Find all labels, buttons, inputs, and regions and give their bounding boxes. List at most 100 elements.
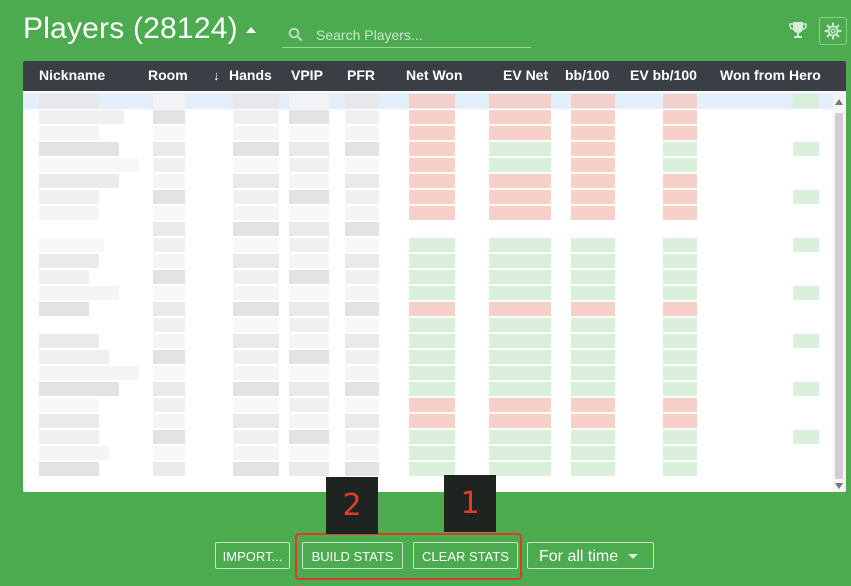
table-cell [571, 382, 615, 396]
table-cell [345, 302, 379, 316]
table-cell [409, 286, 455, 300]
column-header-ev-bb100[interactable]: EV bb/100 [630, 61, 697, 91]
table-cell [663, 382, 697, 396]
table-row[interactable] [23, 461, 833, 477]
table-row[interactable] [23, 141, 833, 157]
table-cell [793, 206, 819, 220]
table-cell [663, 318, 697, 332]
table-cell [153, 206, 185, 220]
table-row[interactable] [23, 301, 833, 317]
search-box[interactable] [282, 22, 531, 48]
table-row[interactable] [23, 253, 833, 269]
table-row[interactable] [23, 445, 833, 461]
table-cell [153, 126, 185, 140]
table-row[interactable] [23, 157, 833, 173]
table-cell [233, 110, 279, 124]
table-row[interactable] [23, 429, 833, 445]
column-header-hands[interactable]: ↓ Hands [213, 61, 272, 91]
table-cell [345, 286, 379, 300]
table-cell [153, 302, 185, 316]
table-cell [409, 430, 455, 444]
vertical-scrollbar[interactable] [833, 91, 846, 492]
table-row[interactable] [23, 269, 833, 285]
table-row[interactable] [23, 413, 833, 429]
table-row[interactable] [23, 93, 833, 109]
table-row[interactable] [23, 317, 833, 333]
column-header-bb100[interactable]: bb/100 [565, 61, 609, 91]
table-cell [793, 430, 819, 444]
table-cell [571, 238, 615, 252]
table-row[interactable] [23, 237, 833, 253]
table-row[interactable] [23, 381, 833, 397]
table-row[interactable] [23, 333, 833, 349]
period-dropdown[interactable]: For all time [527, 542, 654, 569]
table-cell [663, 446, 697, 460]
table-cell [39, 302, 89, 316]
table-cell [793, 366, 819, 380]
table-row[interactable] [23, 365, 833, 381]
table-cell [793, 446, 819, 460]
table-cell [793, 286, 819, 300]
table-cell [663, 110, 697, 124]
table-cell [793, 398, 819, 412]
column-header-won-from-hero[interactable]: Won from Hero [720, 61, 821, 91]
column-header-ev-net[interactable]: EV Net [503, 61, 548, 91]
table-cell [793, 462, 819, 476]
table-cell [489, 190, 551, 204]
table-cell [571, 270, 615, 284]
table-cell [793, 190, 819, 204]
table-cell [39, 126, 99, 140]
table-cell [233, 382, 279, 396]
table-cell [489, 222, 551, 236]
scrollbar-thumb[interactable] [835, 113, 843, 479]
table-cell [233, 158, 279, 172]
table-cell [793, 414, 819, 428]
table-cell [663, 238, 697, 252]
scroll-down-arrow-icon[interactable] [835, 483, 843, 489]
column-header-vpip[interactable]: VPIP [291, 61, 323, 91]
table-row[interactable] [23, 397, 833, 413]
table-row[interactable] [23, 349, 833, 365]
table-row[interactable] [23, 109, 833, 125]
table-row[interactable] [23, 285, 833, 301]
table-cell [489, 270, 551, 284]
column-header-pfr[interactable]: PFR [347, 61, 375, 91]
column-header-net-won[interactable]: Net Won [406, 61, 463, 91]
table-row[interactable] [23, 173, 833, 189]
scroll-up-arrow-icon[interactable] [835, 99, 843, 105]
table-row[interactable] [23, 205, 833, 221]
table-row[interactable] [23, 189, 833, 205]
column-header-nickname[interactable]: Nickname [39, 61, 105, 91]
table-cell [233, 286, 279, 300]
table-cell [571, 142, 615, 156]
table-cell [153, 174, 185, 188]
table-cell [345, 238, 379, 252]
table-cell [153, 334, 185, 348]
table-cell [663, 222, 697, 236]
table-cell [345, 430, 379, 444]
trophy-icon[interactable] [788, 20, 808, 40]
table-cell [153, 366, 185, 380]
table-cell [663, 158, 697, 172]
table-cell [153, 414, 185, 428]
column-header-room[interactable]: Room [148, 61, 188, 91]
table-cell [289, 286, 329, 300]
table-cell [345, 222, 379, 236]
table-cell [489, 110, 551, 124]
import-button[interactable]: IMPORT... [215, 542, 290, 569]
table-cell [153, 350, 185, 364]
table-cell [409, 318, 455, 332]
table-cell [409, 414, 455, 428]
table-cell [663, 462, 697, 476]
table-cell [233, 94, 279, 108]
table-row[interactable] [23, 125, 833, 141]
table-cell [571, 318, 615, 332]
table-cell [663, 286, 697, 300]
search-input[interactable] [314, 24, 528, 46]
title-dropdown-caret-icon[interactable] [246, 27, 256, 33]
table-cell [345, 446, 379, 460]
table-cell [489, 142, 551, 156]
settings-button[interactable] [819, 17, 847, 45]
table-cell [489, 174, 551, 188]
table-row[interactable] [23, 221, 833, 237]
